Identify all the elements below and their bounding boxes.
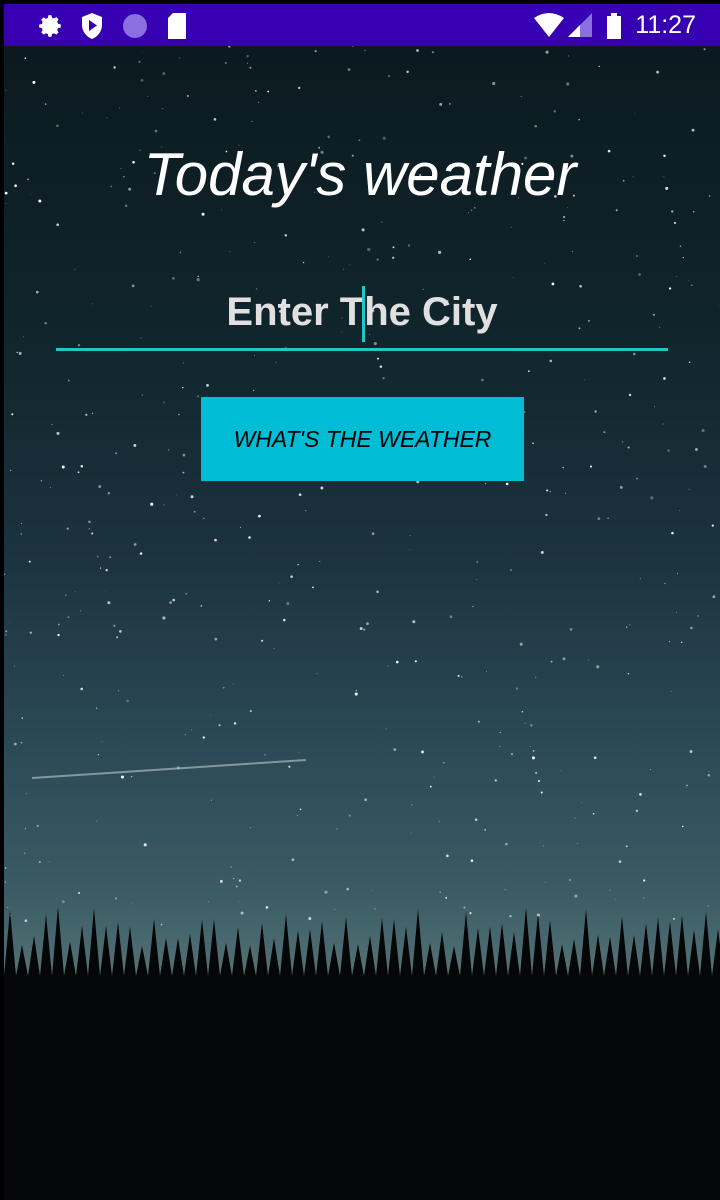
stars-and-trees-image xyxy=(4,46,720,1200)
sync-icon xyxy=(123,14,147,38)
settings-icon xyxy=(39,15,61,37)
wifi-icon xyxy=(534,13,564,37)
status-bar: 11:27 xyxy=(4,4,720,46)
play-protect-icon xyxy=(82,13,102,39)
text-cursor xyxy=(362,286,365,342)
signal-icon xyxy=(568,13,592,37)
battery-icon xyxy=(607,13,621,39)
page-title: Today's weather xyxy=(143,141,577,208)
sd-card-icon xyxy=(168,13,186,39)
whats-the-weather-button[interactable]: WHAT'S THE WEATHER xyxy=(201,397,524,481)
clock: 11:27 xyxy=(635,11,696,39)
night-sky-background xyxy=(4,46,720,1200)
